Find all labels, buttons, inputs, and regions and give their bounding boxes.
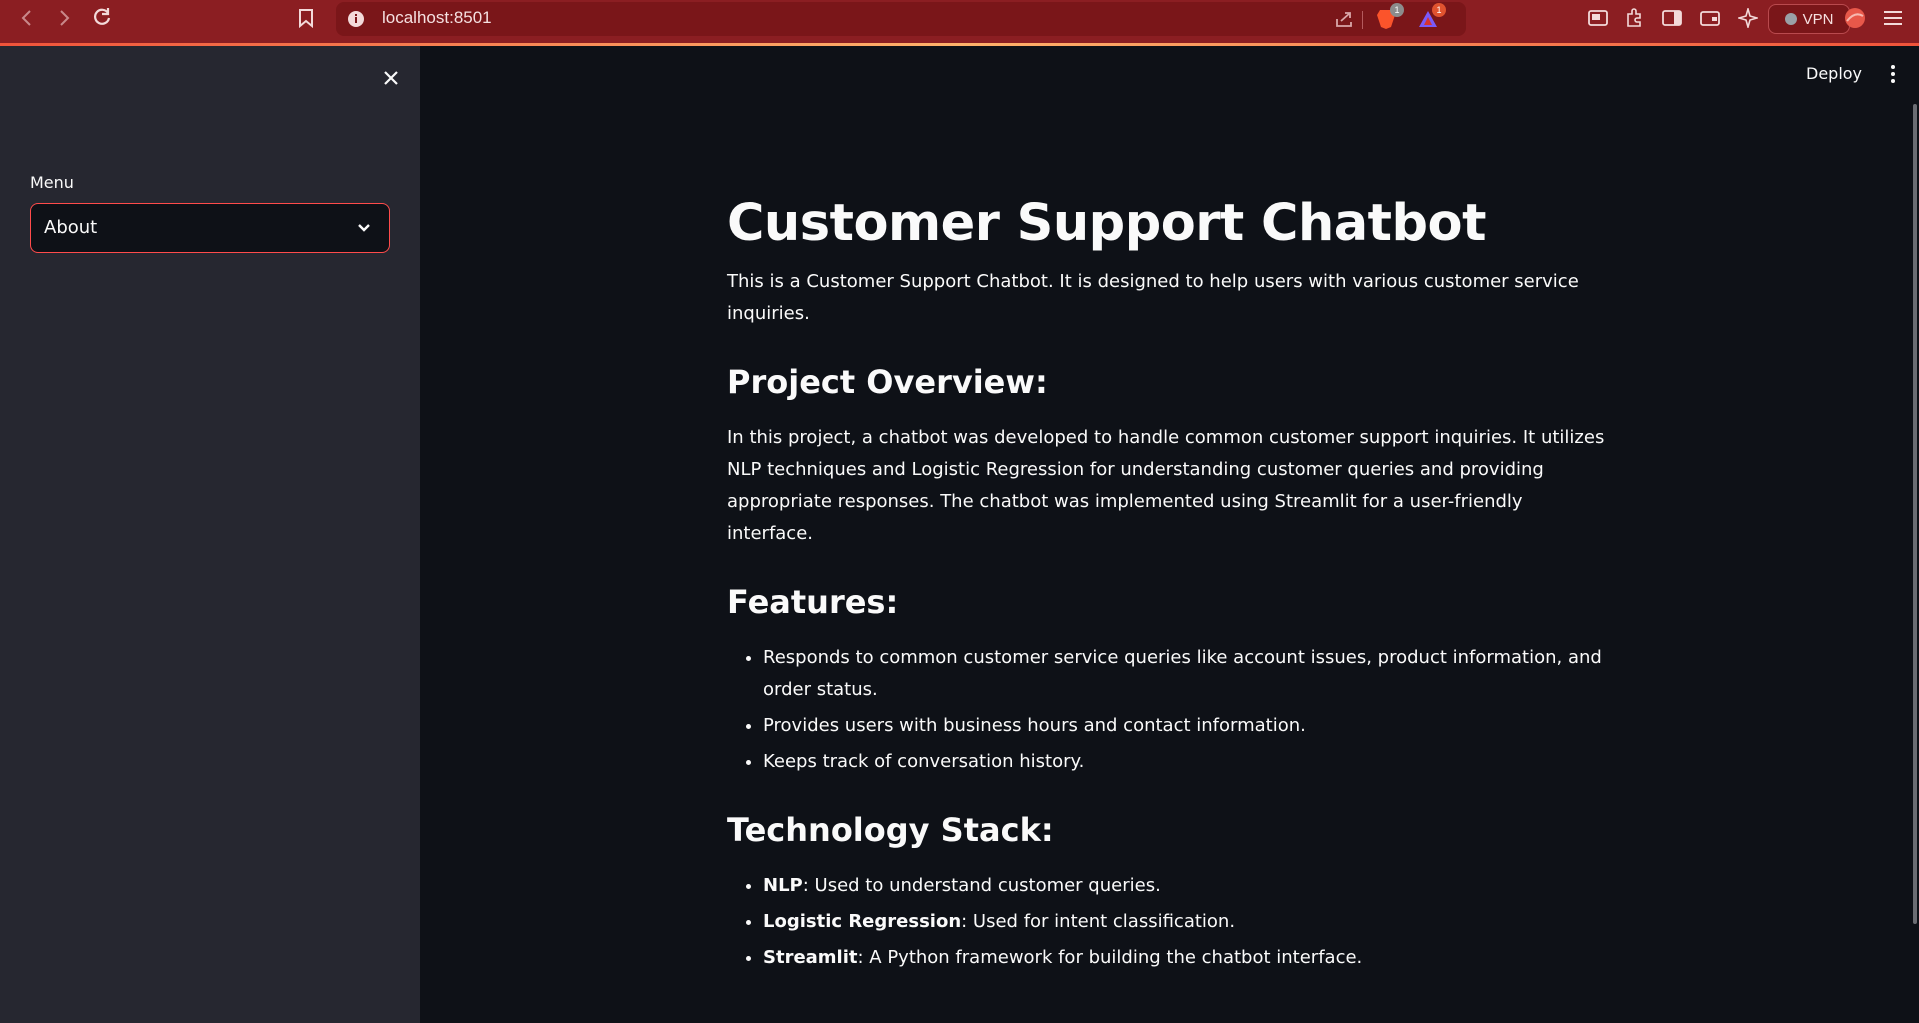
brave-badge: 1 [1390, 3, 1404, 17]
list-item: Keeps track of conversation history. [763, 746, 1607, 778]
deploy-button[interactable]: Deploy [1806, 64, 1862, 83]
features-heading: Features: [727, 583, 899, 621]
chevron-down-icon [358, 224, 370, 232]
browser-toolbar: 1 1 localhost:8501 VPN [0, 0, 1919, 46]
address-bar[interactable]: 1 1 [336, 2, 1466, 36]
list-item: Logistic Regression: Used for intent cla… [763, 906, 1607, 938]
tech-heading: Technology Stack: [727, 811, 1054, 849]
list-item: Streamlit: A Python framework for buildi… [763, 942, 1607, 974]
menu-select[interactable]: About [30, 203, 390, 253]
list-item: Responds to common customer service quer… [763, 642, 1607, 706]
vpn-status-icon [1784, 13, 1797, 25]
overview-heading: Project Overview: [727, 363, 1048, 401]
rewards-icon[interactable]: 1 [1416, 3, 1446, 31]
tech-list: NLP: Used to understand customer queries… [727, 870, 1607, 974]
divider [1362, 11, 1363, 29]
back-icon[interactable] [15, 6, 39, 30]
reload-icon[interactable] [90, 6, 114, 30]
brave-icon[interactable]: 1 [1374, 3, 1404, 31]
info-icon[interactable] [344, 7, 368, 31]
vpn-button[interactable]: VPN [1768, 4, 1850, 34]
menu-select-value: About [44, 217, 98, 238]
vpn-label: VPN [1802, 10, 1834, 28]
sidebar-icon[interactable] [1660, 6, 1684, 30]
forward-icon[interactable] [52, 6, 76, 30]
url-text: localhost:8501 [382, 8, 492, 27]
features-list: Responds to common customer service quer… [727, 642, 1607, 778]
list-item: NLP: Used to understand customer queries… [763, 870, 1607, 902]
leo-icon[interactable] [1736, 6, 1760, 30]
extensions-icon[interactable] [1622, 6, 1646, 30]
tech-name: Logistic Regression [763, 911, 962, 932]
intro-text: This is a Customer Support Chatbot. It i… [727, 271, 1579, 324]
tech-desc: : Used to understand customer queries. [802, 875, 1161, 896]
sidebar: Menu About [0, 46, 420, 1023]
bookmark-icon[interactable] [294, 6, 318, 30]
tech-name: Streamlit [763, 947, 858, 968]
list-item: Provides users with business hours and c… [763, 710, 1607, 742]
profile-icon[interactable] [1843, 6, 1867, 30]
page-title: Customer Support Chatbot [727, 194, 1486, 253]
close-icon[interactable] [379, 66, 403, 90]
rewards-badge: 1 [1432, 3, 1446, 17]
main-content: Customer Support Chatbot This is a Custo… [727, 190, 1607, 978]
menu-label: Menu [30, 173, 74, 192]
share-icon[interactable] [1332, 7, 1356, 31]
tech-desc: : A Python framework for building the ch… [857, 947, 1363, 968]
kebab-menu-icon[interactable] [1883, 62, 1903, 86]
pip-icon[interactable] [1586, 6, 1610, 30]
tech-name: NLP [763, 875, 803, 896]
tech-desc: : Used for intent classification. [961, 911, 1236, 932]
scrollbar[interactable] [1913, 104, 1917, 924]
overview-text: In this project, a chatbot was developed… [727, 427, 1605, 544]
hamburger-icon[interactable] [1881, 6, 1905, 30]
wallet-icon[interactable] [1698, 6, 1722, 30]
